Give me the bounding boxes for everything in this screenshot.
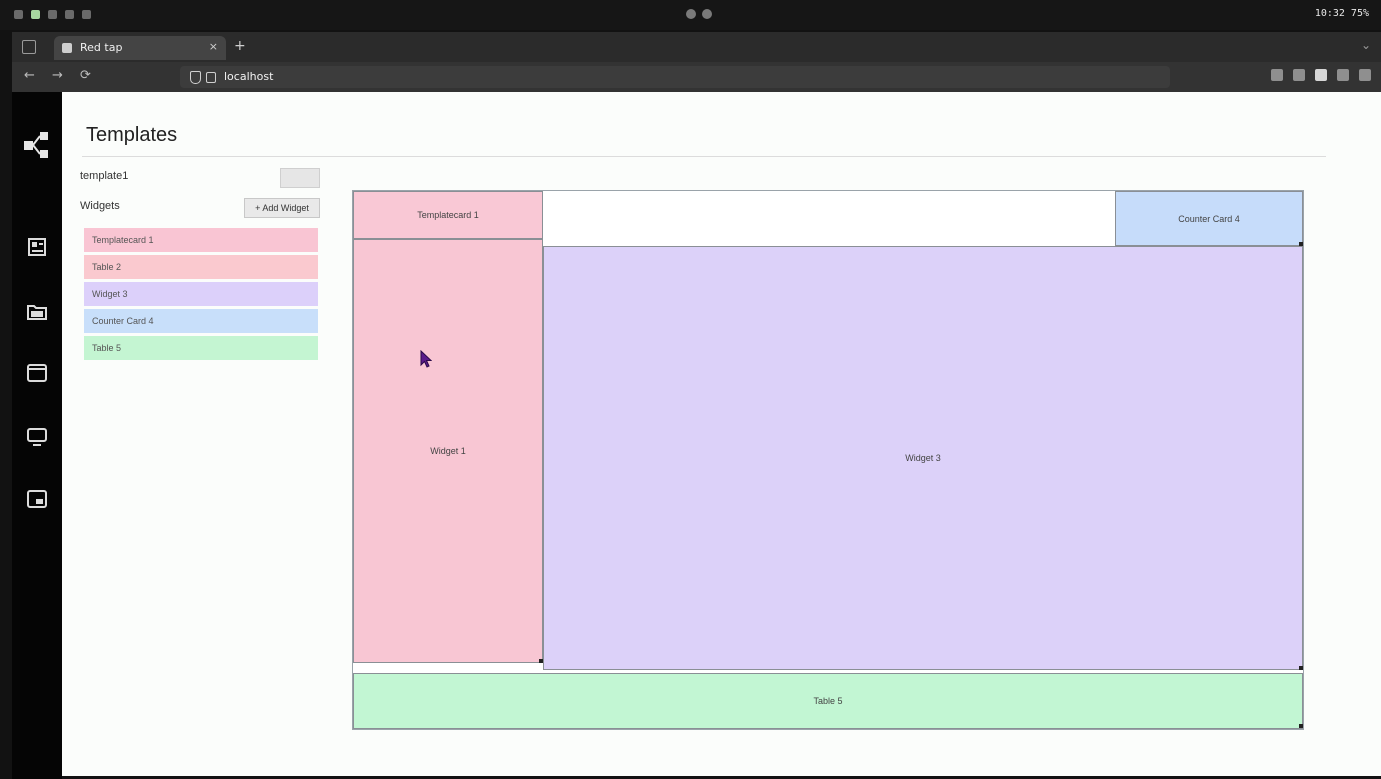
resize-handle[interactable] bbox=[1299, 242, 1303, 246]
image-icon[interactable] bbox=[26, 488, 48, 510]
widget-list-item[interactable]: Templatecard 1 bbox=[84, 228, 318, 252]
url-host: localhost bbox=[224, 70, 274, 83]
widget-list-item[interactable]: Table 2 bbox=[84, 255, 318, 279]
region-counter-card[interactable]: Counter Card 4 bbox=[1115, 191, 1303, 246]
widget-list-item[interactable]: Table 5 bbox=[84, 336, 318, 360]
extension-icon[interactable] bbox=[1315, 69, 1327, 81]
toolbar-actions bbox=[1271, 69, 1371, 81]
region-widget-left[interactable]: Widget 1 bbox=[353, 239, 543, 663]
region-label: Templatecard 1 bbox=[417, 210, 479, 220]
account-icon[interactable] bbox=[1337, 69, 1349, 81]
workspace-dot[interactable] bbox=[48, 10, 57, 19]
window-icon[interactable] bbox=[26, 362, 48, 384]
browser-tab[interactable]: Red tap × bbox=[54, 36, 226, 60]
menu-icon[interactable] bbox=[1359, 69, 1371, 81]
workspace-dot[interactable] bbox=[82, 10, 91, 19]
template-name-field[interactable]: template1 bbox=[80, 170, 128, 182]
forward-icon[interactable]: → bbox=[52, 68, 63, 83]
page-title: Templates bbox=[86, 124, 178, 146]
os-status-icons bbox=[686, 9, 724, 21]
dashboard-icon[interactable] bbox=[26, 236, 48, 258]
reload-icon[interactable]: ⟳ bbox=[80, 68, 91, 83]
lock-icon[interactable] bbox=[206, 72, 216, 83]
workspace-dot[interactable] bbox=[65, 10, 74, 19]
window-controls[interactable]: ⌄ bbox=[1361, 38, 1371, 52]
favicon-icon bbox=[62, 43, 72, 53]
resize-handle[interactable] bbox=[539, 659, 543, 663]
browser-tab-strip: Red tap × + ⌄ bbox=[12, 32, 1381, 62]
monitor-icon[interactable] bbox=[26, 426, 48, 448]
add-widget-button[interactable]: + Add Widget bbox=[244, 198, 320, 218]
widget-list-item[interactable]: Widget 3 bbox=[84, 282, 318, 306]
region-templatecard[interactable]: Templatecard 1 bbox=[353, 191, 543, 239]
resize-handle[interactable] bbox=[1299, 724, 1303, 728]
os-top-bar: 10:32 75% bbox=[0, 0, 1381, 30]
save-button[interactable] bbox=[280, 168, 320, 188]
os-clock: 10:32 75% bbox=[1314, 8, 1369, 19]
pocket-icon[interactable] bbox=[1293, 69, 1305, 81]
widget-list-item[interactable]: Counter Card 4 bbox=[84, 309, 318, 333]
region-label: Widget 3 bbox=[905, 453, 941, 463]
widgets-heading: Widgets bbox=[80, 200, 120, 212]
new-tab-icon[interactable]: + bbox=[234, 38, 246, 54]
tab-list-icon[interactable] bbox=[22, 40, 36, 54]
url-text[interactable]: localhost bbox=[224, 70, 273, 83]
region-table[interactable]: Table 5 bbox=[353, 673, 1303, 729]
region-label: Table 5 bbox=[813, 696, 843, 706]
back-icon[interactable]: ← bbox=[24, 68, 35, 83]
bookmark-icon[interactable] bbox=[1271, 69, 1283, 81]
widget-list: Templatecard 1 Table 2 Widget 3 Counter … bbox=[84, 228, 318, 363]
workspace-dot-active[interactable] bbox=[31, 10, 40, 19]
app-main: Templates template1 Widgets + Add Widget… bbox=[62, 92, 1381, 776]
title-divider bbox=[82, 156, 1326, 157]
tab-title: Red tap bbox=[80, 41, 123, 54]
region-label: Widget 1 bbox=[430, 446, 466, 456]
layout-canvas[interactable]: Templatecard 1 Counter Card 4 Widget 1 W… bbox=[352, 190, 1304, 730]
region-label: Counter Card 4 bbox=[1178, 213, 1240, 224]
app-logo-icon[interactable] bbox=[22, 130, 52, 160]
browser-toolbar: ← → ⟳ localhost bbox=[12, 62, 1381, 92]
shield-icon[interactable] bbox=[190, 71, 201, 84]
workspace-indicators bbox=[14, 10, 91, 19]
region-widget-main[interactable]: Widget 3 bbox=[543, 246, 1303, 670]
app-sidebar bbox=[12, 92, 62, 779]
workspace-dot[interactable] bbox=[14, 10, 23, 19]
address-bar[interactable]: localhost bbox=[180, 66, 1170, 88]
resize-handle[interactable] bbox=[1299, 666, 1303, 670]
mouse-cursor-icon bbox=[420, 350, 432, 368]
folder-icon[interactable] bbox=[26, 300, 48, 322]
close-icon[interactable]: × bbox=[209, 40, 218, 53]
